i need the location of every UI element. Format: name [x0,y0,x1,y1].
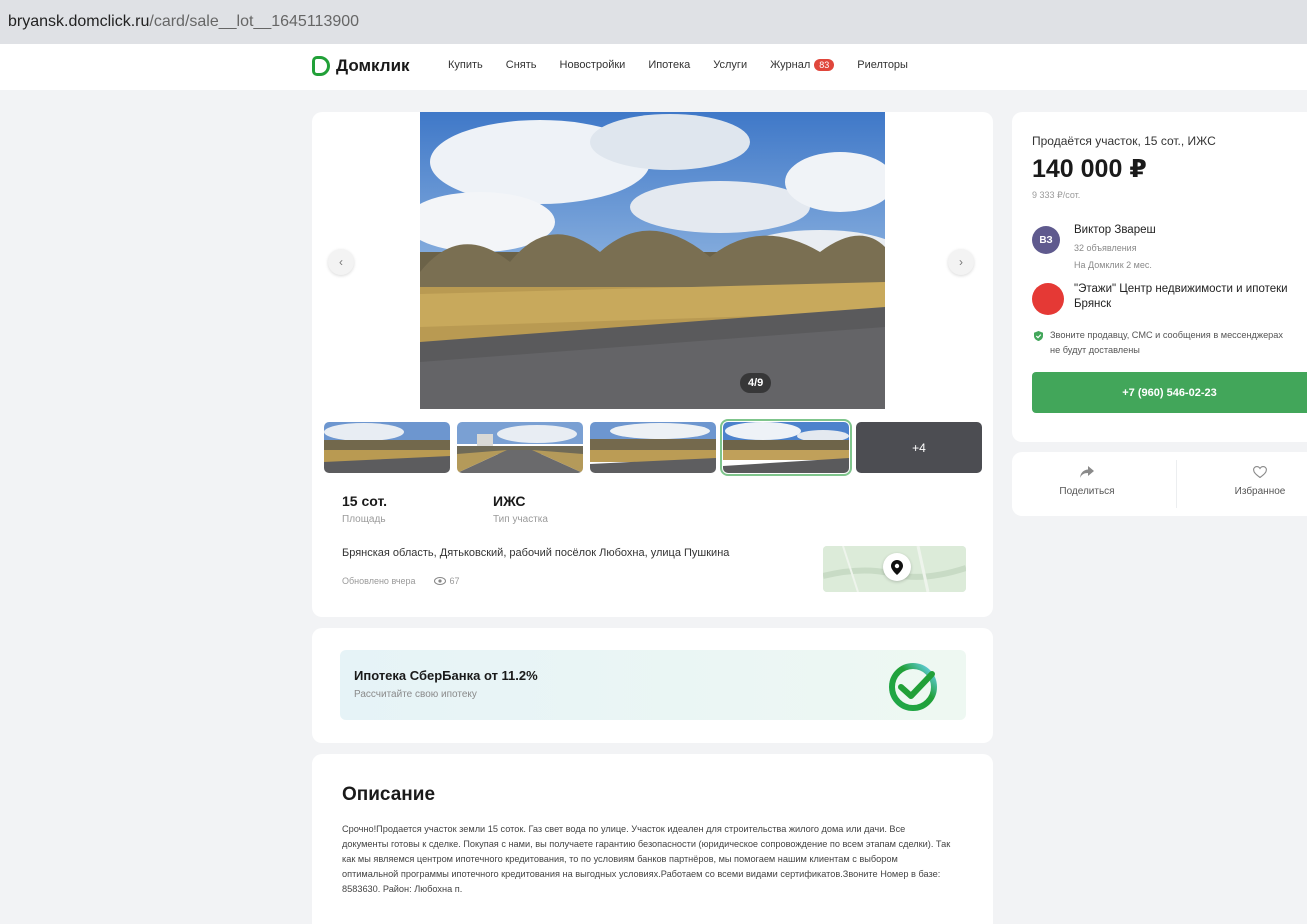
nav-item-services[interactable]: Услуги [713,59,747,71]
call-seller-button[interactable]: +7 (960) 546-02-23 [1032,372,1307,413]
views-count: 67 [433,576,460,586]
call-notice: Звоните продавцу, СМС и сообщения в месс… [1034,328,1294,358]
listing-address: Брянская область, Дятьковский, рабочий п… [342,547,730,559]
share-label: Поделиться [1059,486,1115,497]
shield-check-icon [1034,331,1043,341]
share-icon [1080,466,1094,478]
main-photo-image [420,112,885,409]
main-photo[interactable]: 4/9 [420,112,885,409]
thumbnail-1[interactable] [324,422,450,473]
agency-name[interactable]: "Этажи" Центр недвижимости и ипотеки Бря… [1074,282,1304,312]
top-navigation: Домклик Купить Снять Новостройки Ипотека… [0,44,1307,90]
call-notice-text: Звоните продавцу, СМС и сообщения в месс… [1050,330,1283,355]
mortgage-subtitle: Рассчитайте свою ипотеку [354,689,477,700]
address-bar[interactable]: bryansk.domclick.ru/card/sale__lot__1645… [0,0,1307,44]
chevron-left-icon: ‹ [339,255,343,269]
fact-area: 15 сот. Площадь [342,493,387,525]
photo-counter: 4/9 [740,373,772,393]
mortgage-promo-card: Ипотека СберБанка от 11.2% Рассчитайте с… [312,628,993,743]
sberbank-logo-icon [889,663,937,711]
domclick-logo[interactable]: Домклик [312,56,410,76]
favorite-label: Избранное [1234,486,1286,497]
updated-text: Обновлено вчера [342,576,416,586]
nav-item-journal[interactable]: Журнал 83 [770,59,835,71]
plot-type-label: Тип участка [493,514,548,525]
fact-plot-type: ИЖС Тип участка [493,493,548,525]
nav-item-mortgage[interactable]: Ипотека [648,59,690,71]
logo-mark-icon [312,56,330,76]
description-title: Описание [342,784,436,805]
listing-meta: Обновлено вчера 67 [342,576,460,586]
actions-divider [1176,460,1177,508]
description-text: Срочно!Продается участок земли 15 соток.… [342,824,951,894]
listing-gallery-card: 4/9 ‹ › +4 15 сот. Площадь ИЖС Тип участ… [312,112,993,617]
thumbnail-4[interactable] [720,419,852,476]
next-photo-button[interactable]: › [948,249,974,275]
description-card: Описание Срочно!Продается участок земли … [312,754,993,924]
nav-item-new-buildings[interactable]: Новостройки [560,59,626,71]
thumbnail-strip: +4 [324,419,982,476]
map-preview[interactable] [823,546,966,592]
offer-price: 140 000 ₽ [1032,155,1147,183]
previous-photo-button[interactable]: ‹ [328,249,354,275]
url-host: bryansk.domclick.ru [8,13,150,30]
nav-item-buy[interactable]: Купить [448,59,483,71]
map-pin-icon [883,553,911,581]
thumbnail-3[interactable] [590,422,716,473]
url-path: /card/sale__lot__1645113900 [149,13,360,30]
price-per-unit: 9 333 ₽/сот. [1032,190,1081,200]
price-seller-card: Продаётся участок, 15 сот., ИЖС 140 000 … [1012,112,1307,442]
share-button[interactable]: Поделиться [1022,466,1152,497]
chevron-right-icon: › [959,255,963,269]
offer-title: Продаётся участок, 15 сот., ИЖС [1032,134,1216,148]
logo-text: Домклик [336,56,410,75]
heart-icon [1253,466,1267,478]
eye-icon [433,577,446,585]
seller-since: На Домклик 2 мес. [1074,260,1152,270]
more-photos-button[interactable]: +4 [856,422,982,473]
area-label: Площадь [342,514,386,525]
journal-badge: 83 [814,59,835,71]
seller-avatar[interactable]: ВЗ [1032,226,1060,254]
nav-item-journal-label: Журнал [770,59,811,71]
agency-logo[interactable] [1032,283,1064,315]
nav-item-realtors[interactable]: Риелторы [857,59,908,71]
nav-menu: Купить Снять Новостройки Ипотека Услуги … [448,59,908,71]
mortgage-promo-banner[interactable]: Ипотека СберБанка от 11.2% Рассчитайте с… [340,650,966,720]
seller-ads-count[interactable]: 32 объявления [1074,243,1137,253]
mortgage-title: Ипотека СберБанка от 11.2% [354,668,538,683]
favorite-button[interactable]: Избранное [1195,466,1307,497]
thumbnail-2[interactable] [457,422,583,473]
plot-type-value: ИЖС [493,493,526,509]
listing-actions-card: Поделиться Избранное [1012,452,1307,516]
nav-item-rent[interactable]: Снять [506,59,537,71]
area-value: 15 сот. [342,493,387,509]
seller-name[interactable]: Виктор Звареш [1074,224,1156,236]
views-value: 67 [449,576,460,586]
